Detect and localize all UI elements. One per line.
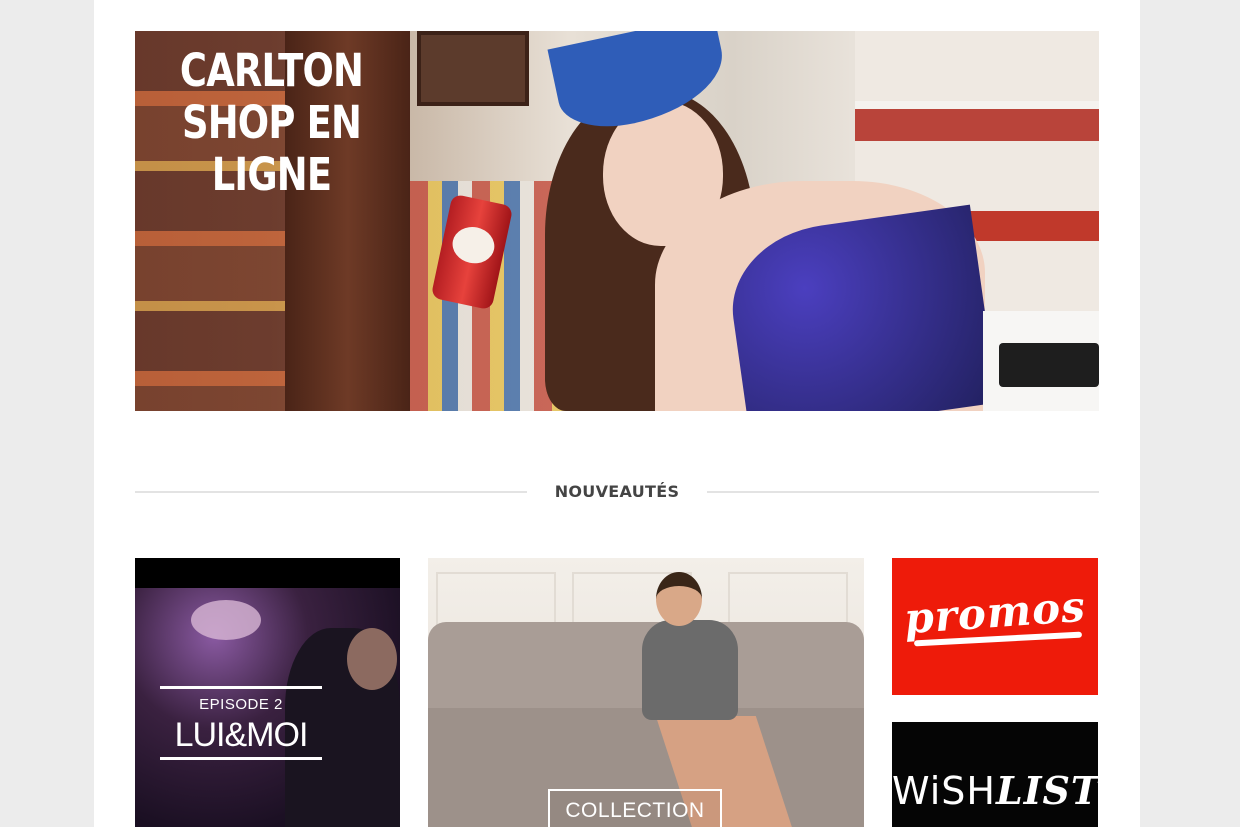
page-content: CARLTON SHOP EN LIGNE NOUVEAUTÉS EPISODE… [94,0,1140,827]
episode-caption[interactable]: EPISODE 2 LUI&MOI [160,686,322,760]
promos-tile[interactable]: promos [892,558,1098,695]
wishlist-label: WiSHLIST [892,768,1098,814]
hero-cash-register [983,311,1099,411]
hero-title-line2: SHOP EN LIGNE [181,96,362,201]
heading-divider-right [707,491,1099,493]
wishlist-tile[interactable]: WiSHLIST [892,722,1098,827]
hero-banner[interactable]: CARLTON SHOP EN LIGNE [135,31,1099,411]
hero-frame [417,31,529,106]
wishlist-label-part1: WiSH [892,769,996,813]
episode-caption-bar-top [160,686,322,689]
model-head [656,572,702,626]
episode-title: LUI&MOI [174,716,309,754]
episode-kicker: EPISODE 2 [199,696,283,713]
episode-caption-bar-bottom [160,757,322,760]
episode-scene-flowers [191,600,261,640]
model-tshirt [642,620,738,720]
collection-button[interactable]: COLLECTION [548,789,722,827]
collection-tile[interactable] [428,558,864,827]
wishlist-label-part2: LIST [996,768,1098,813]
section-heading: NOUVEAUTÉS [135,476,1099,506]
hero-title: CARLTON SHOP EN LIGNE [169,45,374,201]
hero-title-line1: CARLTON [179,44,364,97]
episode-scene-head [347,628,397,690]
